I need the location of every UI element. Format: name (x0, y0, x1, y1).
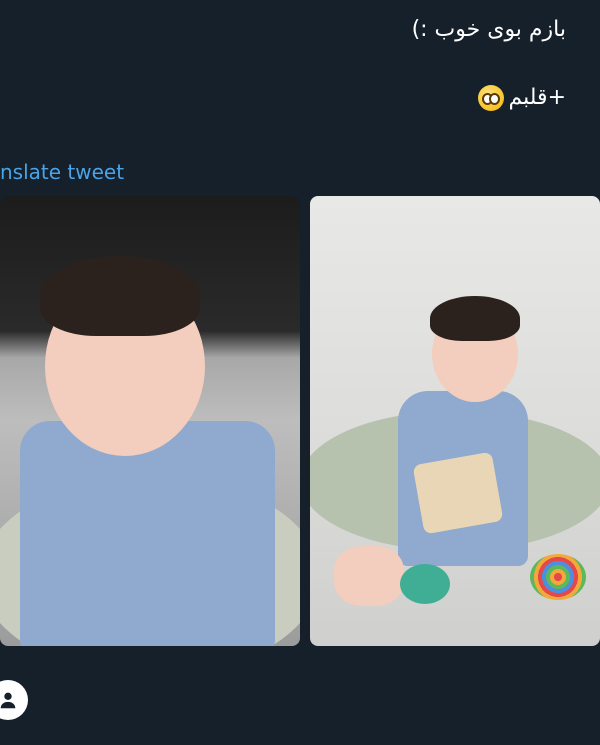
green-toy (400, 564, 450, 604)
tweet-line-2: +قلبم (412, 82, 566, 114)
tweet-photo-2[interactable] (310, 196, 600, 646)
baby-shirt (20, 421, 275, 646)
account-icon-glyph (0, 692, 16, 709)
ring-stack-toy (530, 554, 586, 600)
tweet-line-1: بازم بوی خوب :) (411, 17, 566, 42)
picture-frame (412, 451, 504, 535)
baby-hair (40, 256, 200, 336)
account-icon[interactable] (0, 680, 28, 720)
tweet-text: بازم بوی خوب :) +قلبم (412, 14, 566, 114)
pleading-face-icon (478, 85, 505, 111)
tweet-photo-1[interactable] (0, 196, 300, 646)
tweet-line-2-text: +قلبم (508, 85, 566, 110)
baby-leg (334, 546, 404, 606)
translate-tweet-link[interactable]: nslate tweet (0, 160, 124, 184)
baby-hair (430, 296, 520, 341)
